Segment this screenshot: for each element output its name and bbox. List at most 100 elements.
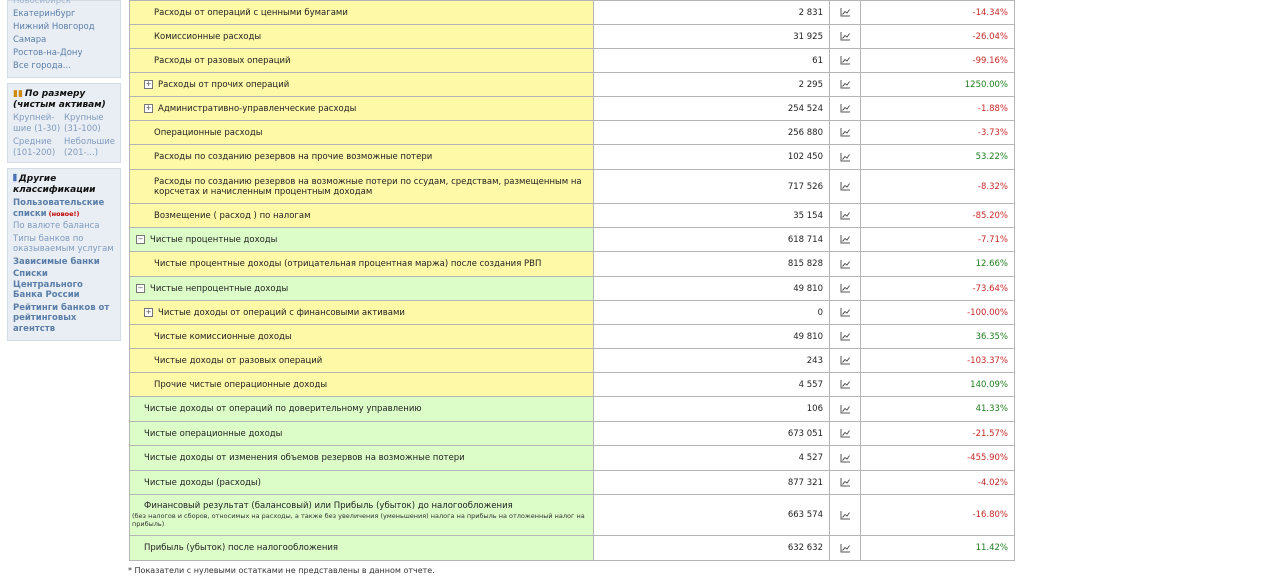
row-name-cell: Расходы от разовых операций	[129, 48, 594, 73]
row-chart-cell[interactable]	[829, 203, 861, 228]
row-change: -14.34%	[860, 0, 1015, 25]
user-lists-link[interactable]: Пользовательские списки (новое!)	[13, 198, 115, 219]
line-chart-icon[interactable]	[840, 152, 851, 162]
collapse-icon[interactable]: −	[136, 234, 145, 244]
row-chart-cell[interactable]	[829, 251, 861, 277]
line-chart-icon[interactable]	[840, 31, 851, 41]
row-name: Расходы по созданию резервов на возможны…	[154, 176, 582, 197]
row-value: 4 527	[593, 445, 830, 471]
row-value: 717 526	[593, 169, 830, 204]
row-name-cell: Чистые процентные доходы (отрицательная …	[129, 251, 594, 277]
size-link-largest[interactable]: Крупней-шие (1-30)	[13, 113, 64, 134]
line-chart-icon[interactable]	[840, 510, 851, 520]
all-cities-link[interactable]: Все города...	[13, 60, 115, 73]
row-name-cell: Чистые комиссионные доходы	[129, 324, 594, 349]
table-row: Чистые доходы от разовых операций 243 -103…	[129, 348, 1015, 373]
row-name: Чистые доходы от операций по доверительн…	[144, 404, 422, 414]
table-row: Расходы от разовых операций 61 -99.16%	[129, 48, 1015, 73]
city-link[interactable]: Нижний Новгород	[13, 21, 115, 34]
row-change: -455.90%	[860, 445, 1015, 471]
row-change: 41.33%	[860, 396, 1015, 422]
row-chart-cell[interactable]	[829, 120, 861, 145]
line-chart-icon[interactable]	[840, 355, 851, 365]
row-chart-cell[interactable]	[829, 276, 861, 301]
line-chart-icon[interactable]	[840, 307, 851, 317]
expand-icon[interactable]: +	[144, 307, 153, 317]
city-link[interactable]: Екатеринбург	[13, 8, 115, 21]
line-chart-icon[interactable]	[840, 283, 851, 293]
row-name: Прочие чистые операционные доходы	[154, 379, 328, 390]
row-chart-cell[interactable]	[829, 324, 861, 349]
line-chart-icon[interactable]	[840, 7, 851, 17]
row-change: 53.22%	[860, 144, 1015, 170]
row-chart-cell[interactable]	[829, 72, 861, 97]
line-chart-icon[interactable]	[840, 477, 851, 487]
line-chart-icon[interactable]	[840, 127, 851, 137]
line-chart-icon[interactable]	[840, 103, 851, 113]
new-badge: (новое!)	[48, 209, 80, 218]
row-change: -7.71%	[860, 227, 1015, 252]
row-chart-cell[interactable]	[829, 24, 861, 49]
row-value: 243	[593, 348, 830, 373]
city-link[interactable]: Самара	[13, 34, 115, 47]
row-chart-cell[interactable]	[829, 96, 861, 121]
table-row: Финансовый результат (балансовый) или Пр…	[129, 494, 1015, 536]
dependent-banks-link[interactable]: Зависимые банки	[13, 257, 115, 268]
row-chart-cell[interactable]	[829, 396, 861, 422]
row-name: Чистые непроцентные доходы	[150, 283, 289, 294]
row-chart-cell[interactable]	[829, 300, 861, 325]
row-name-cell: Расходы по созданию резервов на прочие в…	[129, 144, 594, 170]
line-chart-icon[interactable]	[840, 543, 851, 553]
row-chart-cell[interactable]	[829, 445, 861, 471]
expand-icon[interactable]: +	[144, 79, 153, 89]
row-chart-cell[interactable]	[829, 144, 861, 170]
line-chart-icon[interactable]	[840, 259, 851, 269]
row-change: 1250.00%	[860, 72, 1015, 97]
line-chart-icon[interactable]	[840, 79, 851, 89]
line-chart-icon[interactable]	[840, 210, 851, 220]
table-row: − Чистые непроцентные доходы 49 810 -73.64%	[129, 276, 1015, 301]
row-chart-cell[interactable]	[829, 470, 861, 495]
currency-link[interactable]: По валюте баланса	[13, 221, 115, 232]
row-change: -8.32%	[860, 169, 1015, 204]
row-name-cell: Чистые доходы от операций по доверительн…	[129, 396, 594, 422]
line-chart-icon[interactable]	[840, 379, 851, 389]
line-chart-icon[interactable]	[840, 331, 851, 341]
size-link-small[interactable]: Небольшие (201-...)	[64, 137, 119, 158]
city-link[interactable]: Ростов-на-Дону	[13, 47, 115, 60]
line-chart-icon[interactable]	[840, 404, 851, 414]
city-link[interactable]: Новосибирск	[13, 0, 115, 8]
line-chart-icon[interactable]	[840, 453, 851, 463]
row-name-cell: Комиссионные расходы	[129, 24, 594, 49]
row-chart-cell[interactable]	[829, 169, 861, 204]
line-chart-icon[interactable]	[840, 181, 851, 191]
row-name: Прибыль (убыток) после налогообложения	[144, 543, 339, 553]
report-table: Расходы от операций с ценными бумагами 2 …	[129, 0, 1015, 561]
line-chart-icon[interactable]	[840, 234, 851, 244]
cbr-lists-link[interactable]: Списки Центрального Банка России	[13, 269, 115, 301]
row-value: 2 831	[593, 0, 830, 25]
row-name: Финансовый результат (балансовый) или Пр…	[144, 501, 513, 511]
row-chart-cell[interactable]	[829, 535, 861, 561]
row-chart-cell[interactable]	[829, 227, 861, 252]
line-chart-icon[interactable]	[840, 428, 851, 438]
row-name-cell: Финансовый результат (балансовый) или Пр…	[129, 494, 594, 536]
size-box: ▮▮ По размеру (чистым активам) Крупней-ши…	[7, 83, 121, 163]
table-row: Возмещение ( расход ) по налогам 35 154 -8…	[129, 203, 1015, 228]
row-value: 663 574	[593, 494, 830, 536]
collapse-icon[interactable]: −	[136, 283, 145, 293]
row-chart-cell[interactable]	[829, 494, 861, 536]
size-link-large[interactable]: Крупные (31-100)	[64, 113, 119, 134]
agency-ratings-link[interactable]: Рейтинги банков от рейтинговых агентств	[13, 303, 115, 335]
size-heading: ▮▮ По размеру (чистым активам)	[13, 89, 106, 110]
expand-icon[interactable]: +	[144, 103, 153, 113]
size-link-medium[interactable]: Средние (101-200)	[13, 137, 64, 158]
bank-types-link[interactable]: Типы банков по оказываемым услугам	[13, 234, 115, 255]
row-chart-cell[interactable]	[829, 348, 861, 373]
row-chart-cell[interactable]	[829, 372, 861, 397]
row-chart-cell[interactable]	[829, 421, 861, 446]
row-chart-cell[interactable]	[829, 48, 861, 73]
row-change: -16.80%	[860, 494, 1015, 536]
row-chart-cell[interactable]	[829, 0, 861, 25]
line-chart-icon[interactable]	[840, 55, 851, 65]
